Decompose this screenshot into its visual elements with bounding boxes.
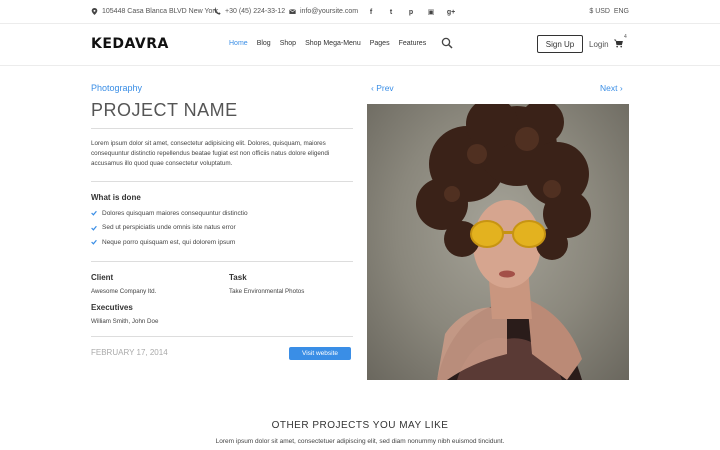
phone-icon (214, 8, 221, 15)
next-label: Next (600, 83, 618, 93)
what-is-done-heading: What is done (91, 193, 141, 202)
next-project-link[interactable]: Next › (600, 83, 623, 93)
done-item-text: Dolores quisquam maiores consequuntur di… (102, 209, 248, 217)
google-plus-icon[interactable]: g+ (446, 7, 456, 17)
project-title: PROJECT NAME (91, 100, 238, 120)
login-link[interactable]: Login (589, 40, 609, 49)
email-link[interactable]: info@yoursite.com (300, 8, 358, 15)
prev-project-link[interactable]: ‹ Prev (371, 83, 394, 93)
signup-button[interactable]: Sign Up (537, 35, 583, 53)
twitter-icon[interactable]: t (386, 7, 396, 17)
divider (91, 181, 353, 182)
nav-shop[interactable]: Shop (280, 40, 296, 47)
portrait-illustration (416, 104, 591, 380)
divider (91, 261, 353, 262)
list-item: Dolores quisquam maiores consequuntur di… (91, 206, 248, 221)
other-projects-heading: OTHER PROJECTS YOU MAY LIKE (271, 420, 449, 431)
project-category[interactable]: Photography (91, 83, 142, 93)
nav-pages[interactable]: Pages (370, 40, 390, 47)
site-logo[interactable]: KEDAVRA (91, 36, 169, 52)
visit-website-button[interactable]: Visit website (289, 347, 351, 360)
phone-text: +30 (45) 224-33-12 (225, 8, 286, 15)
top-bar: 105448 Casa Blanca BLVD New York +30 (45… (0, 0, 720, 24)
phone-info: +30 (45) 224-33-12 (214, 8, 285, 15)
check-icon (91, 211, 97, 216)
task-value: Take Environmental Photos (229, 288, 305, 295)
language-selector[interactable]: ENG (614, 8, 629, 15)
address-text: 105448 Casa Blanca BLVD New York (102, 8, 219, 15)
nav-blog[interactable]: Blog (257, 40, 271, 47)
list-item: Neque porro quisquam est, qui dolorem ip… (91, 235, 248, 250)
project-description: Lorem ipsum dolor sit amet, consectetur … (91, 140, 330, 167)
shopping-cart-icon[interactable] (614, 39, 623, 48)
project-photo (367, 104, 629, 380)
search-icon[interactable] (441, 37, 453, 49)
done-item-text: Neque porro quisquam est, qui dolorem ip… (102, 238, 236, 246)
nav-home[interactable]: Home (229, 40, 248, 47)
envelope-icon (289, 9, 296, 14)
flickr-icon[interactable]: ▣ (426, 7, 436, 17)
list-item: Sed ut perspiciatis unde omnis iste natu… (91, 221, 248, 236)
client-label: Client (91, 273, 114, 282)
social-links: f t p ▣ g+ (366, 7, 456, 17)
divider (91, 128, 353, 129)
facebook-icon[interactable]: f (366, 7, 376, 17)
check-icon (91, 225, 97, 231)
client-value: Awesome Company ltd. (91, 288, 157, 295)
nav-shop-mega-menu[interactable]: Shop Mega-Menu (305, 40, 361, 47)
nav-features[interactable]: Features (399, 40, 427, 47)
executives-label: Executives (91, 303, 133, 312)
other-projects-subtitle: Lorem ipsum dolor sit amet, consectetuer… (215, 438, 505, 445)
email-info[interactable]: info@yoursite.com (289, 8, 358, 15)
address-info: 105448 Casa Blanca BLVD New York (91, 8, 218, 15)
done-list: Dolores quisquam maiores consequuntur di… (91, 206, 248, 250)
project-date: FEBRUARY 17, 2014 (91, 348, 168, 357)
main-nav: Home Blog Shop Shop Mega-Menu Pages Feat… (229, 40, 426, 47)
divider (91, 336, 353, 337)
prev-label: Prev (376, 83, 394, 93)
map-marker-icon (91, 8, 98, 15)
pinterest-icon[interactable]: p (406, 7, 416, 17)
task-label: Task (229, 273, 247, 282)
done-item-text: Sed ut perspiciatis unde omnis iste natu… (102, 224, 236, 232)
cart-count-badge: 4 (624, 34, 627, 40)
currency-selector[interactable]: $ USD (589, 8, 610, 15)
check-icon (91, 240, 97, 245)
executives-value: William Smith, John Doe (91, 318, 159, 325)
main-header: KEDAVRA Home Blog Shop Shop Mega-Menu Pa… (0, 24, 720, 66)
